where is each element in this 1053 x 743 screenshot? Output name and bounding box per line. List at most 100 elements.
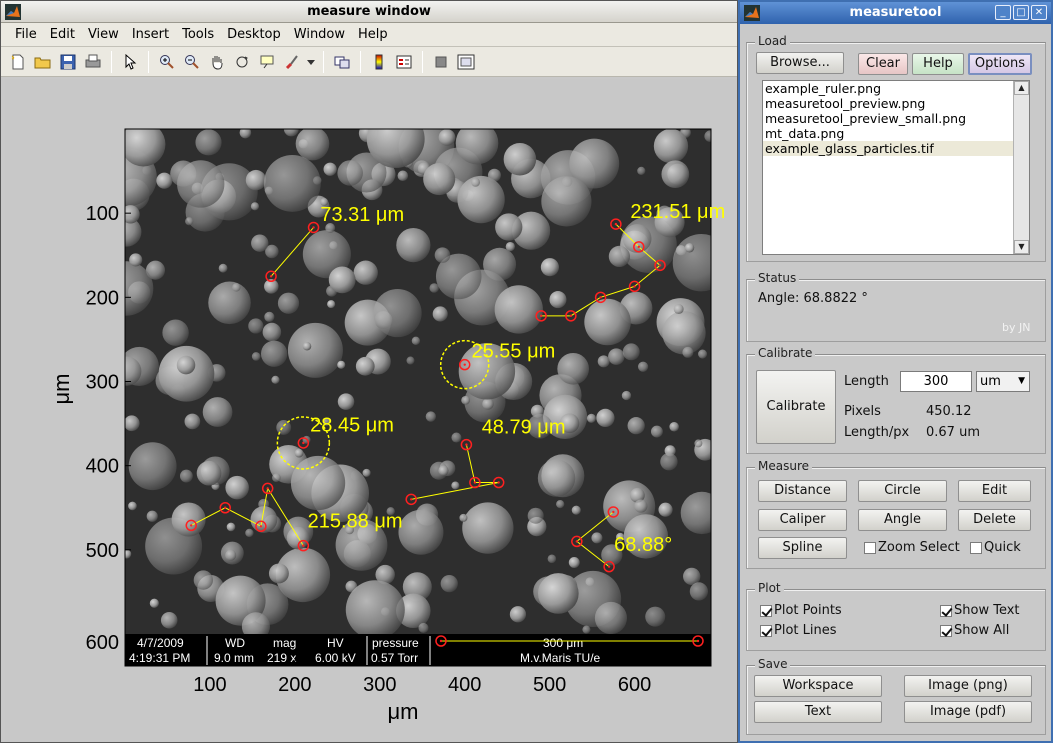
new-file-icon[interactable] — [7, 51, 29, 73]
quick-checkbox[interactable]: Quick — [970, 540, 1021, 555]
open-folder-icon[interactable] — [32, 51, 54, 73]
zoom-select-label: Zoom Select — [878, 540, 960, 555]
legend-icon[interactable] — [393, 51, 415, 73]
brush-icon[interactable] — [281, 51, 303, 73]
menu-tools[interactable]: Tools — [176, 27, 221, 42]
rotate-3d-icon[interactable] — [231, 51, 253, 73]
sem-particle — [538, 573, 579, 614]
menu-view[interactable]: View — [82, 27, 126, 42]
measurement-label: 73.31 μm — [320, 204, 404, 226]
sem-particle — [571, 505, 581, 515]
zoom-in-icon[interactable] — [156, 51, 178, 73]
show-all-checkbox[interactable]: Show All — [940, 623, 1009, 638]
checkbox-checked[interactable] — [760, 604, 772, 617]
pan-hand-icon[interactable] — [206, 51, 228, 73]
maximize-icon[interactable]: □ — [1013, 5, 1029, 20]
unit-select[interactable]: um ▼ — [976, 371, 1030, 392]
measuretool-titlebar[interactable]: measuretool _ □ ✕ — [740, 2, 1051, 24]
sem-particle — [398, 509, 444, 555]
options-button[interactable]: Options — [968, 53, 1032, 75]
y-tick-label: 400 — [86, 456, 119, 478]
measurement-marker-dot — [599, 296, 602, 299]
file-list-item[interactable]: example_ruler.png — [763, 81, 1017, 96]
save-icon[interactable] — [57, 51, 79, 73]
scroll-down-icon[interactable]: ▼ — [1014, 240, 1029, 254]
file-list-item[interactable]: measuretool_preview.png — [763, 96, 1017, 111]
menu-insert[interactable]: Insert — [126, 27, 176, 42]
length-input[interactable]: 300 — [900, 371, 972, 392]
save-image-pdf-button[interactable]: Image (pdf) — [904, 701, 1032, 723]
save-image-png-button[interactable]: Image (png) — [904, 675, 1032, 697]
plot-lines-checkbox[interactable]: Plot Lines — [760, 623, 837, 638]
status-credit: by JN — [1002, 321, 1031, 334]
sem-particle — [637, 166, 646, 175]
browse-button[interactable]: Browse... — [756, 52, 844, 74]
checkbox-unchecked[interactable] — [970, 541, 982, 554]
calibrate-button[interactable]: Calibrate — [756, 370, 836, 444]
file-list-item[interactable]: mt_data.png — [763, 126, 1017, 141]
databar-hv-label: HV — [327, 636, 344, 650]
file-list[interactable]: example_ruler.png measuretool_preview.pn… — [762, 80, 1030, 255]
toolbar-separator — [323, 50, 324, 73]
minimize-icon[interactable]: _ — [995, 5, 1011, 20]
x-tick-label: 500 — [533, 674, 566, 696]
print-icon[interactable] — [82, 51, 104, 73]
delete-button[interactable]: Delete — [958, 509, 1031, 531]
file-list-scrollbar[interactable]: ▲ ▼ — [1013, 81, 1029, 254]
show-text-checkbox[interactable]: Show Text — [940, 603, 1020, 618]
zoom-select-checkbox[interactable]: Zoom Select — [864, 540, 960, 555]
caliper-button[interactable]: Caliper — [758, 509, 847, 531]
colorbar-icon[interactable] — [368, 51, 390, 73]
sem-particle — [262, 322, 282, 342]
show-tools-icon[interactable] — [455, 51, 477, 73]
distance-button[interactable]: Distance — [758, 480, 847, 502]
figure-toolbar — [1, 47, 737, 77]
sem-particle — [251, 352, 261, 361]
link-icon[interactable] — [331, 51, 353, 73]
sem-particle — [362, 468, 371, 477]
sem-particle — [457, 175, 505, 224]
menu-window[interactable]: Window — [288, 27, 352, 42]
close-icon[interactable]: ✕ — [1031, 5, 1047, 20]
sem-particle — [634, 499, 648, 513]
sem-particle — [128, 501, 137, 511]
menu-edit[interactable]: Edit — [44, 27, 82, 42]
measurement-label: 48.79 μm — [482, 416, 566, 438]
measure-window-titlebar[interactable]: measure window — [1, 1, 737, 23]
help-button[interactable]: Help — [912, 53, 964, 75]
menu-desktop[interactable]: Desktop — [221, 27, 288, 42]
circle-button[interactable]: Circle — [858, 480, 947, 502]
x-tick-label: 200 — [278, 674, 311, 696]
menu-file[interactable]: File — [9, 27, 44, 42]
checkbox-checked[interactable] — [940, 624, 952, 637]
sem-particle — [596, 408, 615, 428]
plot-points-checkbox[interactable]: Plot Points — [760, 603, 842, 618]
sem-particle — [146, 510, 158, 522]
sem-particle — [505, 241, 515, 252]
save-text-button[interactable]: Text — [754, 701, 882, 723]
angle-button[interactable]: Angle — [858, 509, 947, 531]
menu-help[interactable]: Help — [352, 27, 395, 42]
save-workspace-button[interactable]: Workspace — [754, 675, 882, 697]
data-cursor-icon[interactable] — [256, 51, 278, 73]
checkbox-checked[interactable] — [760, 624, 772, 637]
pointer-icon[interactable] — [119, 51, 141, 73]
spline-button[interactable]: Spline — [758, 537, 847, 559]
measurement-marker-dot — [473, 481, 477, 484]
databar-mag: 219 x — [267, 651, 296, 665]
file-list-item-selected[interactable]: example_glass_particles.tif — [763, 141, 1017, 156]
brush-dropdown-icon[interactable] — [306, 51, 316, 73]
hide-tools-icon[interactable] — [430, 51, 452, 73]
checkbox-unchecked[interactable] — [864, 541, 876, 554]
file-list-item[interactable]: measuretool_preview_small.png — [763, 111, 1017, 126]
sem-particle — [287, 322, 343, 378]
scroll-up-icon[interactable]: ▲ — [1014, 81, 1029, 95]
y-tick-label: 300 — [86, 372, 119, 394]
status-panel: Status — [746, 271, 1046, 342]
edit-button[interactable]: Edit — [958, 480, 1031, 502]
checkbox-checked[interactable] — [940, 604, 952, 617]
zoom-out-icon[interactable] — [181, 51, 203, 73]
clear-button[interactable]: Clear — [858, 53, 908, 75]
sem-particle — [156, 172, 173, 189]
x-tick-label: 600 — [618, 674, 651, 696]
